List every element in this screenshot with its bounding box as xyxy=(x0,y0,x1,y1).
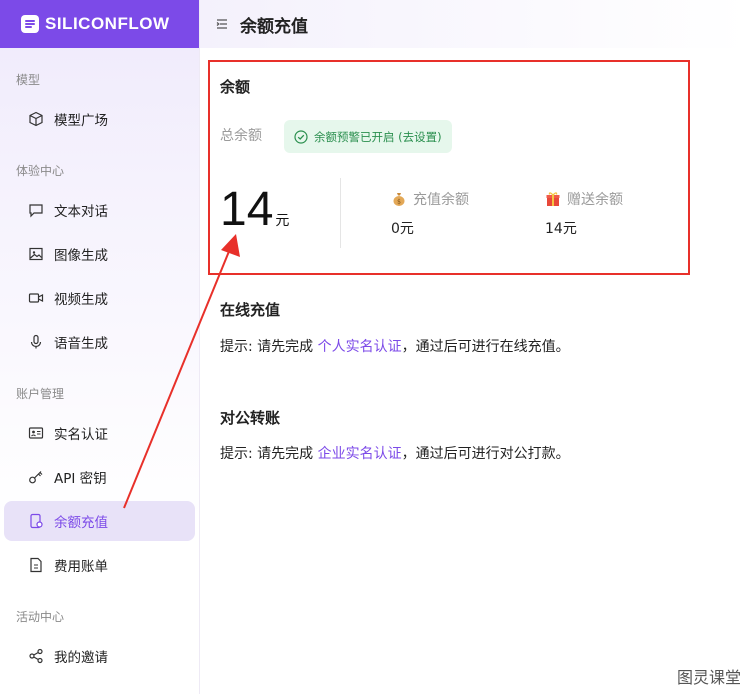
enterprise-verification-link[interactable]: 企业实名认证 xyxy=(318,446,402,462)
corporate-transfer-title: 对公转账 xyxy=(220,409,281,427)
brand-bar[interactable]: SILICONFLOW xyxy=(0,0,199,48)
sidebar-item-api-key[interactable]: API 密钥 xyxy=(4,457,195,497)
svg-text:$: $ xyxy=(397,199,401,206)
wallet-icon xyxy=(30,513,43,529)
id-card-icon xyxy=(28,427,44,439)
mic-icon xyxy=(30,334,42,349)
sidebar-item-label: 费用账单 xyxy=(54,559,108,575)
watermark: 图灵课堂 xyxy=(676,668,741,687)
personal-verification-link[interactable]: 个人实名认证 xyxy=(318,339,402,355)
nav-section-account: 账户管理 xyxy=(16,387,65,401)
cube-icon xyxy=(29,111,43,127)
sidebar-item-label: 我的邀请 xyxy=(54,650,108,666)
sidebar-item-text-chat[interactable]: 文本对话 xyxy=(4,190,195,230)
brand-name: SILICONFLOW xyxy=(45,14,170,33)
gift-icon xyxy=(546,192,560,206)
sidebar-item-label: API 密钥 xyxy=(54,471,107,487)
sidebar-item-recharge[interactable]: 余额充值 xyxy=(4,501,195,541)
video-icon xyxy=(28,293,44,303)
balance-title: 余额 xyxy=(220,78,251,96)
online-recharge-title: 在线充值 xyxy=(220,301,281,319)
share-icon xyxy=(29,648,43,664)
chat-icon xyxy=(29,204,43,218)
sidebar: SILICONFLOW 模型 模型广场 体验中心 文本对话 图像生成 视频生成 … xyxy=(0,0,200,694)
sidebar-item-label: 文本对话 xyxy=(54,204,108,220)
sidebar-item-label: 实名认证 xyxy=(54,427,108,443)
siliconflow-logo-icon xyxy=(21,15,39,33)
balance-divider xyxy=(340,178,341,248)
recharge-balance-label: $ 充值余额 xyxy=(391,189,469,209)
key-icon xyxy=(29,471,43,484)
sidebar-item-label: 视频生成 xyxy=(54,292,108,308)
bill-icon xyxy=(30,557,42,573)
online-recharge-hint: 提示: 请先完成 个人实名认证，通过后可进行在线充值。 xyxy=(220,339,570,355)
sidebar-item-invites[interactable]: 我的邀请 xyxy=(4,636,195,676)
sidebar-item-label: 图像生成 xyxy=(54,248,108,264)
sidebar-item-video-gen[interactable]: 视频生成 xyxy=(4,278,195,318)
sidebar-item-label: 语音生成 xyxy=(54,336,108,352)
page-title: 余额充值 xyxy=(240,16,308,37)
sidebar-item-model-plaza[interactable]: 模型广场 xyxy=(4,99,195,139)
gift-balance-value: 14元 xyxy=(545,221,577,237)
recharge-balance-value: 0元 xyxy=(391,221,414,237)
check-circle-icon xyxy=(294,129,308,144)
gift-balance-label: 赠送余额 xyxy=(545,189,623,209)
sidebar-item-voice-gen[interactable]: 语音生成 xyxy=(4,322,195,362)
nav-section-experience: 体验中心 xyxy=(16,164,65,178)
sidebar-item-label: 余额充值 xyxy=(54,515,108,531)
page-header: 余额充值 xyxy=(200,0,749,48)
nav-section-activity: 活动中心 xyxy=(16,610,65,624)
total-balance-value: 14 xyxy=(220,183,274,236)
sidebar-item-real-name[interactable]: 实名认证 xyxy=(4,413,195,453)
money-bag-icon: $ xyxy=(393,193,405,206)
sidebar-item-label: 模型广场 xyxy=(54,113,108,129)
total-balance-label: 总余额 xyxy=(220,128,262,144)
corporate-transfer-hint: 提示: 请先完成 企业实名认证，通过后可进行对公打款。 xyxy=(220,446,570,462)
balance-highlight-box xyxy=(208,60,690,275)
image-icon xyxy=(29,247,43,261)
total-balance-amount: 14 元 xyxy=(220,186,289,234)
balance-warning-badge[interactable]: 余额预警已开启 (去设置) xyxy=(284,120,452,153)
sidebar-item-image-gen[interactable]: 图像生成 xyxy=(4,234,195,274)
nav-section-models: 模型 xyxy=(16,73,41,87)
sidebar-item-billing[interactable]: 费用账单 xyxy=(4,545,195,585)
total-balance-unit: 元 xyxy=(275,213,290,229)
collapse-menu-icon[interactable] xyxy=(216,18,228,30)
balance-warning-text: 余额预警已开启 (去设置) xyxy=(314,129,442,144)
